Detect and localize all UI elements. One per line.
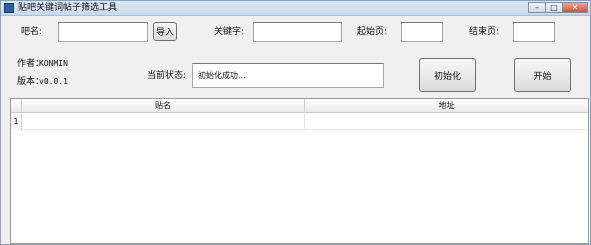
app-icon	[4, 3, 14, 13]
start-page-label: 起始页:	[357, 27, 388, 37]
init-button[interactable]: 初始化	[419, 58, 476, 92]
window-controls: – □ ✕	[528, 2, 588, 14]
cell-title[interactable]	[22, 114, 305, 130]
status-label: 当前状态:	[147, 71, 187, 81]
minimize-button[interactable]: –	[528, 2, 545, 13]
author-value: KONMIN	[39, 59, 68, 68]
results-table[interactable]: 贴名 地址 1	[10, 98, 589, 244]
maximize-button[interactable]: □	[545, 2, 562, 13]
end-page-label: 结束页:	[469, 27, 500, 37]
bar-name-label: 吧名:	[21, 27, 43, 37]
start-button[interactable]: 开始	[514, 58, 571, 92]
start-page-input[interactable]	[401, 22, 443, 42]
table-row[interactable]: 1	[11, 114, 588, 130]
keyword-label: 关键字:	[214, 27, 245, 37]
column-header-title[interactable]: 贴名	[22, 99, 305, 113]
version-value: v0.0.1	[39, 77, 68, 86]
keyword-input[interactable]	[253, 22, 342, 42]
column-header-url[interactable]: 地址	[305, 99, 588, 113]
title-bar[interactable]: 贴吧关键词帖子筛选工具 – □ ✕	[1, 1, 590, 16]
main-window: 贴吧关键词帖子筛选工具 – □ ✕ 吧名: 导入 关键字: 起始页: 结束页: …	[0, 0, 591, 245]
end-page-input[interactable]	[513, 22, 555, 42]
status-field: 初始化成功...	[192, 63, 384, 88]
window-title: 贴吧关键词帖子筛选工具	[18, 3, 118, 13]
table-header: 贴名 地址	[11, 99, 588, 113]
close-button[interactable]: ✕	[562, 2, 588, 13]
bar-name-input[interactable]	[58, 22, 148, 42]
import-button[interactable]: 导入	[153, 22, 177, 41]
cell-url[interactable]	[305, 114, 588, 130]
row-number: 1	[11, 114, 22, 130]
table-corner[interactable]	[11, 99, 22, 113]
